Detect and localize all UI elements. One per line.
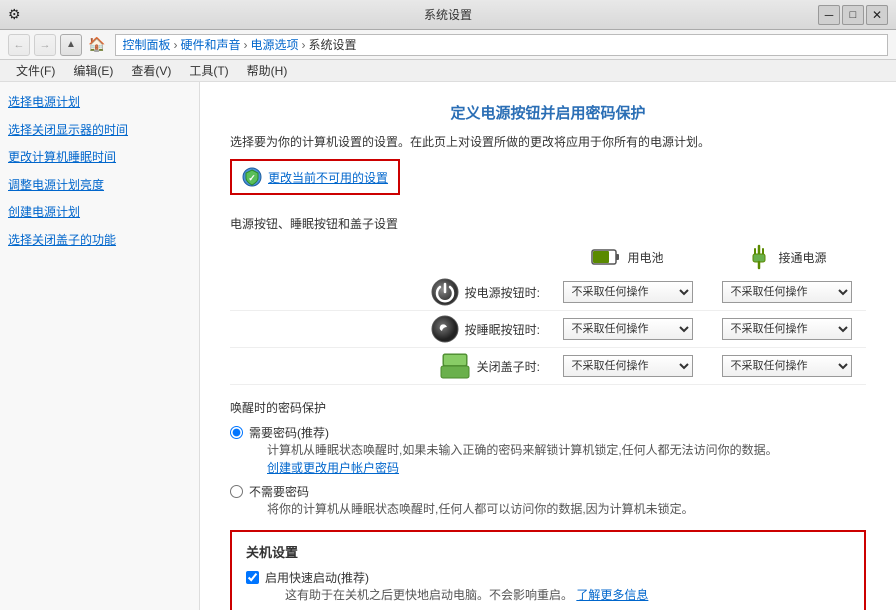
maximize-btn[interactable]: □ [842, 5, 864, 25]
sleep-btn-battery-select[interactable]: 不采取任何操作 [563, 318, 693, 340]
fast-boot-row: 启用快速启动(推荐) 这有助于在关机之后更快地启动电脑。不会影响重启。 了解更多… [246, 569, 850, 604]
sleep-btn-label: 按睡眠按钮时: [465, 321, 540, 338]
breadcrumb: 控制面板 › 硬件和声音 › 电源选项 › 系统设置 [115, 34, 888, 56]
back-btn[interactable]: ← [8, 34, 30, 56]
no-password-desc: 将你的计算机从睡眠状态唤醒时,任何人都可以访问你的数据,因为计算机未锁定。 [267, 500, 694, 518]
battery-col-header: 用电池 [556, 246, 699, 268]
power-btn-label: 按电源按钮时: [465, 284, 540, 301]
folder-icon: 🏠 [88, 36, 105, 53]
lid-battery-select[interactable]: 不采取任何操作 [563, 355, 693, 377]
breadcrumb-current: 系统设置 [308, 36, 356, 53]
breadcrumb-power[interactable]: 电源选项 [250, 36, 298, 53]
sidebar-item-1[interactable]: 选择电源计划 [8, 92, 191, 114]
left-sidebar: 选择电源计划 选择关闭显示器的时间 更改计算机睡眠时间 调整电源计划亮度 创建电… [0, 82, 200, 610]
sleep-button-icon [431, 315, 459, 343]
menu-tools[interactable]: 工具(T) [181, 60, 236, 81]
lid-plugged-select[interactable]: 不采取任何操作 [722, 355, 852, 377]
create-password-link[interactable]: 创建或更改用户帐户密码 [267, 461, 399, 475]
power-table: 用电池 接通电源 [230, 240, 866, 385]
close-btn[interactable]: ✕ [866, 5, 888, 25]
power-plug-icon [746, 244, 772, 270]
table-row: 按电源按钮时: 不采取任何操作 不采取任何操作 [230, 274, 866, 311]
menu-file[interactable]: 文件(F) [8, 60, 63, 81]
lid-icon [439, 352, 471, 380]
fast-boot-label: 启用快速启动(推荐) [265, 569, 648, 586]
radio-no-password: 不需要密码 将你的计算机从睡眠状态唤醒时,任何人都可以访问你的数据,因为计算机未… [230, 483, 866, 518]
change-settings-box[interactable]: ✓ 更改当前不可用的设置 [230, 159, 400, 195]
sidebar-item-6[interactable]: 选择关闭盖子的功能 [8, 230, 191, 252]
main-content: 选择电源计划 选择关闭显示器的时间 更改计算机睡眠时间 调整电源计划亮度 创建电… [0, 82, 896, 610]
no-password-label: 不需要密码 [249, 483, 694, 500]
address-bar: ← → ▲ 🏠 控制面板 › 硬件和声音 › 电源选项 › 系统设置 [0, 30, 896, 60]
breadcrumb-controlpanel[interactable]: 控制面板 [122, 36, 170, 53]
window-title: 系统设置 [424, 6, 472, 23]
learn-more-link[interactable]: 了解更多信息 [576, 588, 648, 602]
intro-text: 选择要为你的计算机设置的设置。在此页上对设置所做的更改将应用于你所有的电源计划。 [230, 133, 866, 151]
minimize-btn[interactable]: ─ [818, 5, 840, 25]
page-title: 定义电源按钮并启用密码保护 [230, 102, 866, 123]
plugged-col-header: 接通电源 [715, 244, 858, 270]
shutdown-section: 关机设置 启用快速启动(推荐) 这有助于在关机之后更快地启动电脑。不会影响重启。… [230, 530, 866, 610]
password-section: 唤醒时的密码保护 需要密码(推荐) 计算机从睡眠状态唤醒时,如果未输入正确的密码… [230, 399, 866, 518]
sidebar-item-2[interactable]: 选择关闭显示器的时间 [8, 120, 191, 142]
require-password-label: 需要密码(推荐) [249, 424, 778, 441]
title-bar: ⚙ 系统设置 ─ □ ✕ [0, 0, 896, 30]
sidebar-item-4[interactable]: 调整电源计划亮度 [8, 175, 191, 197]
forward-btn[interactable]: → [34, 34, 56, 56]
radio-no-password-input[interactable] [230, 485, 243, 498]
up-btn[interactable]: ▲ [60, 34, 82, 56]
sleep-btn-plugged-select[interactable]: 不采取任何操作 [722, 318, 852, 340]
content-area: 定义电源按钮并启用密码保护 选择要为你的计算机设置的设置。在此页上对设置所做的更… [200, 82, 896, 610]
table-row: 按睡眠按钮时: 不采取任何操作 不采取任何操作 [230, 311, 866, 348]
breadcrumb-hardware[interactable]: 硬件和声音 [180, 36, 240, 53]
fast-boot-checkbox[interactable] [246, 571, 259, 584]
radio-require-password-input[interactable] [230, 426, 243, 439]
svg-text:✓: ✓ [248, 173, 256, 183]
require-password-desc: 计算机从睡眠状态唤醒时,如果未输入正确的密码来解锁计算机锁定,任何人都无法访问你… [267, 441, 778, 477]
sidebar-item-5[interactable]: 创建电源计划 [8, 202, 191, 224]
table-row: 关闭盖子时: 不采取任何操作 不采取任何操作 [230, 348, 866, 385]
menu-edit[interactable]: 编辑(E) [65, 60, 121, 81]
sidebar-item-3[interactable]: 更改计算机睡眠时间 [8, 147, 191, 169]
password-section-title: 唤醒时的密码保护 [230, 399, 866, 416]
change-settings-link[interactable]: 更改当前不可用的设置 [268, 169, 388, 186]
menu-bar: 文件(F) 编辑(E) 查看(V) 工具(T) 帮助(H) [0, 60, 896, 82]
menu-view[interactable]: 查看(V) [123, 60, 179, 81]
power-btn-battery-select[interactable]: 不采取任何操作 [563, 281, 693, 303]
power-button-icon [431, 278, 459, 306]
app-icon: ⚙ [8, 6, 21, 23]
shield-icon: ✓ [242, 167, 262, 187]
fast-boot-desc: 这有助于在关机之后更快地启动电脑。不会影响重启。 了解更多信息 [285, 586, 648, 604]
lid-label: 关闭盖子时: [477, 358, 540, 375]
shutdown-title: 关机设置 [246, 542, 850, 561]
menu-help[interactable]: 帮助(H) [239, 60, 296, 81]
power-buttons-title: 电源按钮、睡眠按钮和盖子设置 [230, 215, 866, 232]
battery-icon [591, 246, 621, 268]
radio-require-password: 需要密码(推荐) 计算机从睡眠状态唤醒时,如果未输入正确的密码来解锁计算机锁定,… [230, 424, 866, 477]
power-btn-plugged-select[interactable]: 不采取任何操作 [722, 281, 852, 303]
